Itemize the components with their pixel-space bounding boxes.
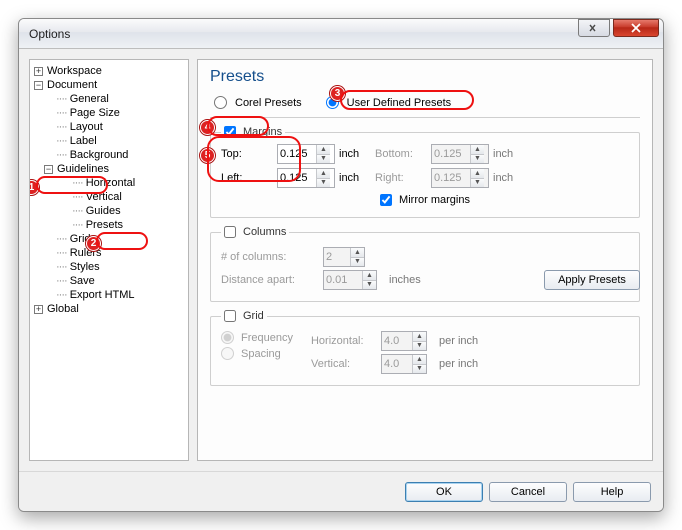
fieldset-columns: Columns # of columns: ▲▼ Distance apart:… (210, 226, 640, 302)
left-input[interactable] (278, 169, 316, 187)
ok-button[interactable]: OK (405, 482, 483, 502)
margins-legend[interactable]: Margins (221, 126, 285, 138)
columns-checkbox[interactable] (224, 226, 236, 238)
tree-guides[interactable]: ···· Guides (32, 204, 186, 218)
left-spinner[interactable]: ▲▼ (277, 168, 335, 188)
mirror-margins[interactable]: Mirror margins (380, 194, 470, 206)
right-label: Right: (375, 172, 431, 184)
spin-down-icon[interactable]: ▼ (317, 155, 330, 164)
spin-down-icon[interactable]: ▼ (317, 179, 330, 188)
radio-corel[interactable]: Corel Presets (214, 96, 302, 109)
top-label: Top: (221, 148, 277, 160)
grid-v-spinner: ▲▼ (381, 354, 427, 374)
tree-grid[interactable]: ···· Grid (32, 232, 186, 246)
columns-distance-label: Distance apart: (221, 274, 315, 286)
columns-distance-spinner: ▲▼ (323, 270, 377, 290)
columns-legend[interactable]: Columns (221, 226, 289, 238)
annotation-5: 5 (200, 148, 215, 163)
options-dialog: Options 1 2 +Workspace −Document ···· Ge… (18, 18, 664, 512)
fieldset-grid: Grid Frequency Spacing Horizontal: ▲▼ pe… (210, 310, 640, 386)
top-input[interactable] (278, 145, 316, 163)
window-title: Options (29, 27, 70, 41)
radio-user[interactable]: User Defined Presets (326, 96, 452, 109)
grid-v-label: Vertical: (311, 358, 373, 370)
tree-layout[interactable]: ···· Layout (32, 120, 186, 134)
fieldset-margins: Margins 4 5 Top: ▲▼ inch Bottom: ▲▼ inch… (210, 126, 640, 218)
tree-general[interactable]: ···· General (32, 92, 186, 106)
dialog-footer: OK Cancel Help (19, 471, 663, 511)
margins-checkbox[interactable] (224, 126, 236, 138)
spin-up-icon[interactable]: ▲ (317, 169, 330, 179)
page-title: Presets (210, 68, 640, 86)
bottom-label: Bottom: (375, 148, 431, 160)
tree-rulers[interactable]: ···· Rulers (32, 246, 186, 260)
right-spinner: ▲▼ (431, 168, 489, 188)
tree-page-size[interactable]: ···· Page Size (32, 106, 186, 120)
spin-up-icon[interactable]: ▲ (317, 145, 330, 155)
tree-background[interactable]: ···· Background (32, 148, 186, 162)
radio-frequency: Frequency (221, 331, 293, 344)
annotation-4: 4 (200, 120, 215, 135)
grid-checkbox[interactable] (224, 310, 236, 322)
divider (210, 117, 640, 118)
tree-styles[interactable]: ···· Styles (32, 260, 186, 274)
apply-presets-button[interactable]: Apply Presets (544, 270, 640, 290)
tree-presets[interactable]: ···· Presets (32, 218, 186, 232)
grid-h-spinner: ▲▼ (381, 331, 427, 351)
tree-document[interactable]: −Document (32, 78, 186, 92)
category-tree[interactable]: 1 2 +Workspace −Document ···· General ··… (29, 59, 189, 461)
dialog-body: 1 2 +Workspace −Document ···· General ··… (19, 49, 663, 471)
tree-workspace[interactable]: +Workspace (32, 64, 186, 78)
columns-count-spinner: ▲▼ (323, 247, 365, 267)
help-titlebar-button[interactable] (578, 19, 610, 37)
tree-guidelines[interactable]: −Guidelines (32, 162, 186, 176)
tree-global[interactable]: +Global (32, 302, 186, 316)
tree-label[interactable]: ···· Label (32, 134, 186, 148)
radio-spacing: Spacing (221, 347, 281, 360)
help-button[interactable]: Help (573, 482, 651, 502)
grid-h-label: Horizontal: (311, 335, 373, 347)
content-panel: Presets Corel Presets User Defined Prese… (197, 59, 653, 461)
titlebar: Options (19, 19, 663, 49)
tree-export-html[interactable]: ···· Export HTML (32, 288, 186, 302)
grid-legend[interactable]: Grid (221, 310, 267, 322)
close-button[interactable] (613, 19, 659, 37)
left-label: Left: (221, 172, 277, 184)
titlebar-buttons (578, 19, 659, 37)
tree-horizontal[interactable]: ···· Horizontal (32, 176, 186, 190)
unit-label: inch (339, 148, 375, 160)
tree-vertical[interactable]: ···· Vertical (32, 190, 186, 204)
cancel-button[interactable]: Cancel (489, 482, 567, 502)
tree-save[interactable]: ···· Save (32, 274, 186, 288)
columns-count-label: # of columns: (221, 251, 315, 263)
bottom-spinner: ▲▼ (431, 144, 489, 164)
top-spinner[interactable]: ▲▼ (277, 144, 335, 164)
